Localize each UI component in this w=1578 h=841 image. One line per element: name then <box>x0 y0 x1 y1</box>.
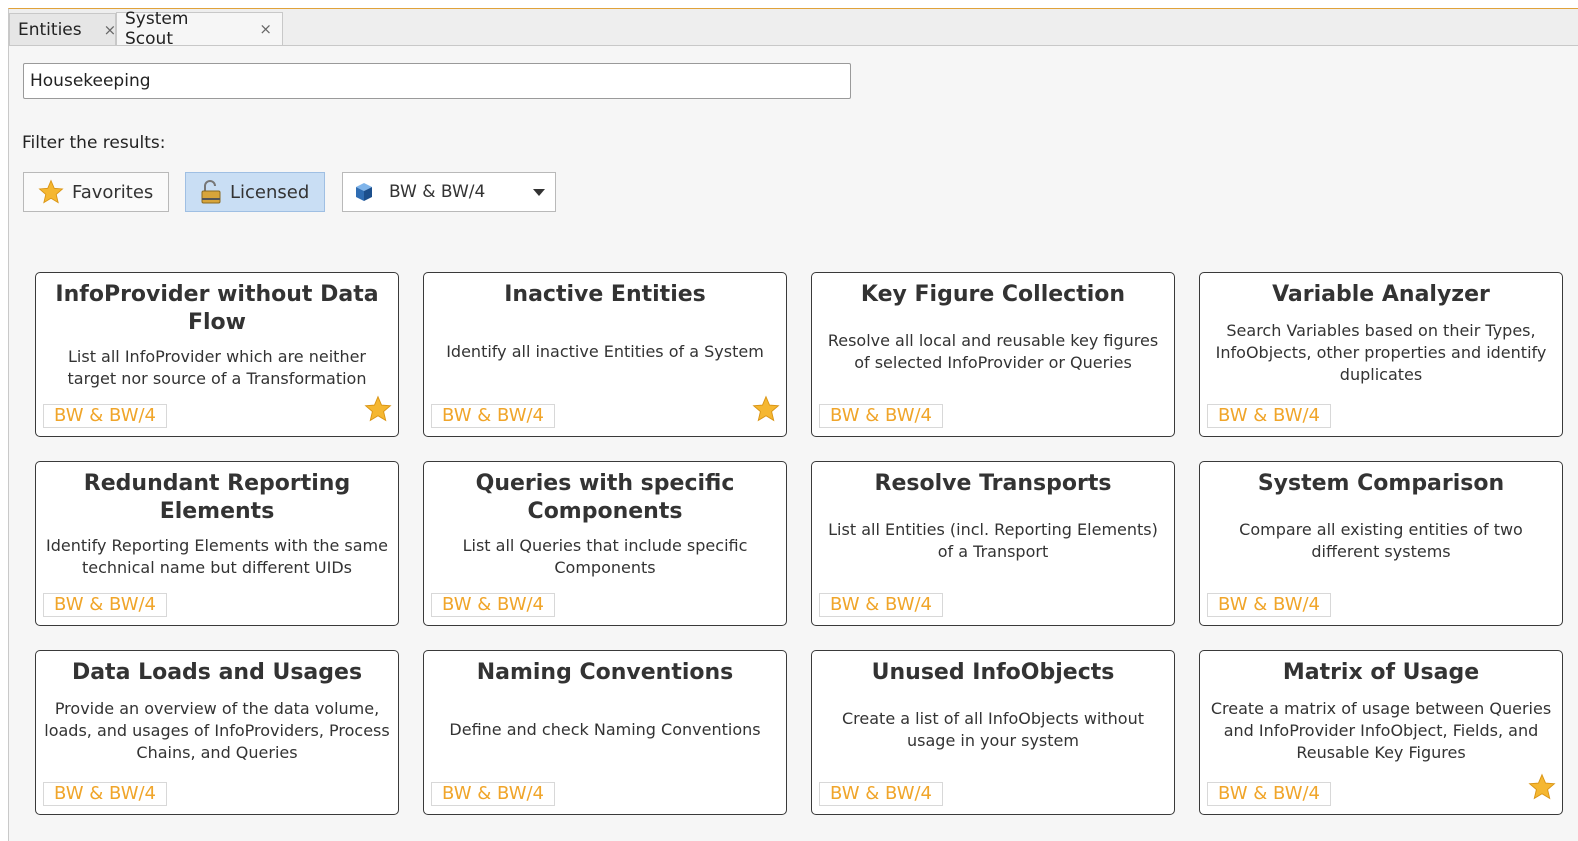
system-type-badge: BW & BW/4 <box>819 782 944 806</box>
card-description: Search Variables based on their Types, I… <box>1215 321 1547 384</box>
card-title: Matrix of Usage <box>1282 660 1480 685</box>
card-title: InfoProvider without Data Flow <box>55 282 379 335</box>
cube-icon <box>353 181 375 203</box>
card-title: System Comparison <box>1257 471 1505 496</box>
star-icon <box>38 179 64 205</box>
system-type-badge: BW & BW/4 <box>1207 404 1332 428</box>
system-type-value: BW & BW/4 <box>389 182 486 202</box>
system-type-badge: BW & BW/4 <box>431 593 556 617</box>
card-description: List all Entities (incl. Reporting Eleme… <box>828 520 1158 561</box>
scout-card[interactable]: System Comparison Compare all existing en… <box>1199 461 1563 626</box>
card-description: Provide an overview of the data volume, … <box>44 699 390 762</box>
scout-card[interactable]: Variable Analyzer Search Variables based … <box>1199 272 1563 437</box>
card-title: Inactive Entities <box>504 282 706 307</box>
tab-label: Entities <box>18 19 82 40</box>
scout-card[interactable]: Resolve Transports List all Entities (inc… <box>811 461 1175 626</box>
tab-label: System Scout <box>125 9 189 49</box>
system-type-badge: BW & BW/4 <box>1207 782 1332 806</box>
system-type-badge: BW & BW/4 <box>431 404 556 428</box>
card-description: Compare all existing entities of two dif… <box>1239 520 1523 561</box>
scout-card[interactable]: Key Figure Collection Resolve all local a… <box>811 272 1175 437</box>
system-type-badge: BW & BW/4 <box>43 404 168 428</box>
system-type-badge: BW & BW/4 <box>431 782 556 806</box>
favorite-star-icon[interactable] <box>752 395 780 428</box>
card-description: Create a matrix of usage between Queries… <box>1210 699 1552 762</box>
chevron-down-icon[interactable] <box>533 189 545 196</box>
tab-bar: Entities × System Scout × <box>9 9 1578 49</box>
scout-card[interactable]: InfoProvider without Data Flow List all I… <box>35 272 399 437</box>
system-type-badge: BW & BW/4 <box>43 782 168 806</box>
system-scout-window: Entities × System Scout × Filter the res… <box>8 8 1578 841</box>
filter-label: Filter the results: <box>22 133 166 153</box>
favorite-star-icon[interactable] <box>1528 773 1556 806</box>
card-description: List all Queries that include specific C… <box>462 536 748 577</box>
tab-system-scout[interactable]: System Scout × <box>116 9 283 49</box>
card-description: Create a list of all InfoObjects without… <box>842 709 1144 750</box>
scout-card[interactable]: Redundant Reporting Elements Identify Rep… <box>35 461 399 626</box>
card-description: List all InfoProvider which are neither … <box>67 347 367 388</box>
scout-card[interactable]: Naming Conventions Define and check Namin… <box>423 650 787 815</box>
favorite-star-icon[interactable] <box>364 395 392 428</box>
card-title: Data Loads and Usages <box>71 660 363 685</box>
unlocked-padlock-icon <box>200 179 222 205</box>
card-title: Unused InfoObjects <box>871 660 1115 685</box>
card-title: Queries with specific Components <box>475 471 735 524</box>
favorites-label: Favorites <box>72 181 154 203</box>
card-description: Define and check Naming Conventions <box>449 720 761 739</box>
system-type-select[interactable]: BW & BW/4 <box>342 172 556 212</box>
scout-card[interactable]: Matrix of Usage Create a matrix of usage … <box>1199 650 1563 815</box>
favorites-filter-button[interactable]: Favorites <box>23 172 169 212</box>
scout-card[interactable]: Queries with specific Components List all… <box>423 461 787 626</box>
system-type-badge: BW & BW/4 <box>819 404 944 428</box>
licensed-label: Licensed <box>230 181 310 203</box>
card-description: Identify all inactive Entities of a Syst… <box>446 342 764 361</box>
tab-entities[interactable]: Entities × <box>9 13 116 45</box>
card-title: Redundant Reporting Elements <box>83 471 351 524</box>
system-type-badge: BW & BW/4 <box>1207 593 1332 617</box>
system-type-badge: BW & BW/4 <box>43 593 168 617</box>
system-type-badge: BW & BW/4 <box>819 593 944 617</box>
close-icon[interactable]: × <box>104 21 117 39</box>
search-input[interactable] <box>23 63 851 99</box>
card-title: Naming Conventions <box>476 660 734 685</box>
card-title: Resolve Transports <box>874 471 1112 496</box>
card-description: Resolve all local and reusable key figur… <box>827 331 1159 372</box>
card-title: Variable Analyzer <box>1272 282 1490 307</box>
scout-card[interactable]: Unused InfoObjects Create a list of all I… <box>811 650 1175 815</box>
scout-card[interactable]: Data Loads and Usages Provide an overview… <box>35 650 399 815</box>
scout-card[interactable]: Inactive Entities Identify all inactive E… <box>423 272 787 437</box>
licensed-filter-button[interactable]: Licensed <box>185 172 325 212</box>
card-title: Key Figure Collection <box>860 282 1126 307</box>
close-icon[interactable]: × <box>259 20 272 38</box>
card-description: Identify Reporting Elements with the sam… <box>46 536 388 577</box>
